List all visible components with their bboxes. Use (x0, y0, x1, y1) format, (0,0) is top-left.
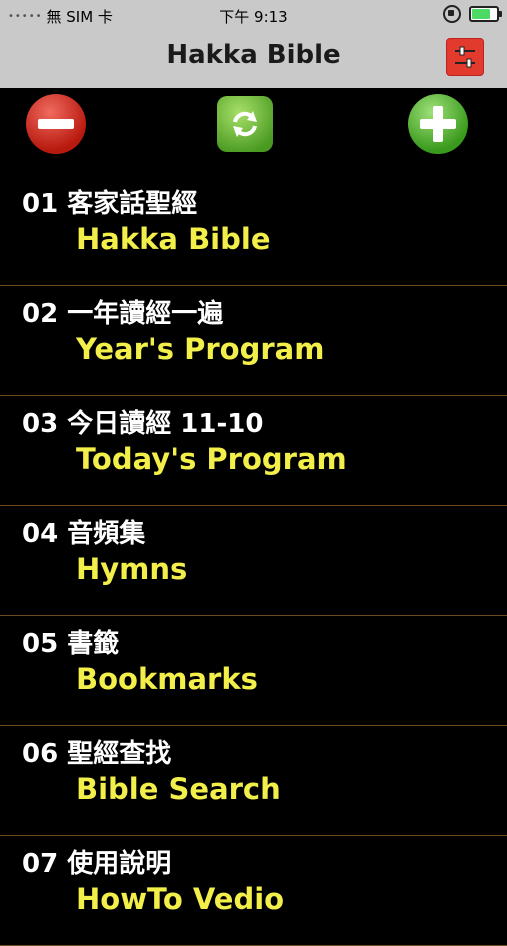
settings-button[interactable] (446, 38, 484, 76)
menu-item-subtitle: HowTo Vedio (76, 882, 285, 916)
menu-item-title: 06 聖經查找 (22, 739, 172, 769)
toolbar (0, 88, 507, 168)
menu-item-subtitle: Bookmarks (76, 662, 258, 696)
menu-item-title: 03 今日讀經 11-10 (22, 409, 264, 439)
remove-button[interactable] (26, 94, 86, 154)
add-button[interactable] (408, 94, 468, 154)
status-bar: ••••• 無 SIM 卡 下午 9:13 (0, 0, 507, 30)
menu-item-subtitle: Bible Search (76, 772, 281, 806)
menu-item-title: 01 客家話聖經 (22, 189, 198, 219)
menu-item-title: 05 書籤 (22, 629, 120, 659)
minus-icon (38, 119, 74, 129)
menu-item-hakka-bible[interactable]: 01 客家話聖經 Hakka Bible (0, 176, 507, 286)
refresh-icon (233, 111, 257, 137)
menu-item-title: 02 一年讀經一遍 (22, 299, 224, 329)
rotation-lock-icon (443, 5, 461, 23)
menu-item-subtitle: Today's Program (76, 442, 347, 476)
plus-icon (420, 106, 456, 142)
status-time: 下午 9:13 (219, 8, 288, 26)
menu-item-subtitle: Year's Program (76, 332, 325, 366)
menu-item-bible-search[interactable]: 06 聖經查找 Bible Search (0, 726, 507, 836)
menu-item-year-program[interactable]: 02 一年讀經一遍 Year's Program (0, 286, 507, 396)
refresh-button[interactable] (217, 96, 273, 152)
top-bar: ••••• 無 SIM 卡 下午 9:13 Hakka Bible (0, 0, 507, 88)
sliders-icon (455, 46, 475, 68)
menu-item-hymns[interactable]: 04 音頻集 Hymns (0, 506, 507, 616)
menu-item-bookmarks[interactable]: 05 書籤 Bookmarks (0, 616, 507, 726)
battery-icon (469, 6, 502, 22)
page-title: Hakka Bible (166, 40, 341, 70)
nav-bar: Hakka Bible (0, 30, 507, 88)
menu-item-title: 04 音頻集 (22, 519, 146, 549)
status-right (443, 5, 502, 23)
menu-item-subtitle: Hymns (76, 552, 188, 586)
menu-list: 01 客家話聖經 Hakka Bible 02 一年讀經一遍 Year's Pr… (0, 176, 507, 946)
menu-item-subtitle: Hakka Bible (76, 222, 271, 256)
menu-item-title: 07 使用說明 (22, 849, 172, 879)
menu-item-howto[interactable]: 07 使用說明 HowTo Vedio (0, 836, 507, 946)
menu-item-today-program[interactable]: 03 今日讀經 11-10 Today's Program (0, 396, 507, 506)
